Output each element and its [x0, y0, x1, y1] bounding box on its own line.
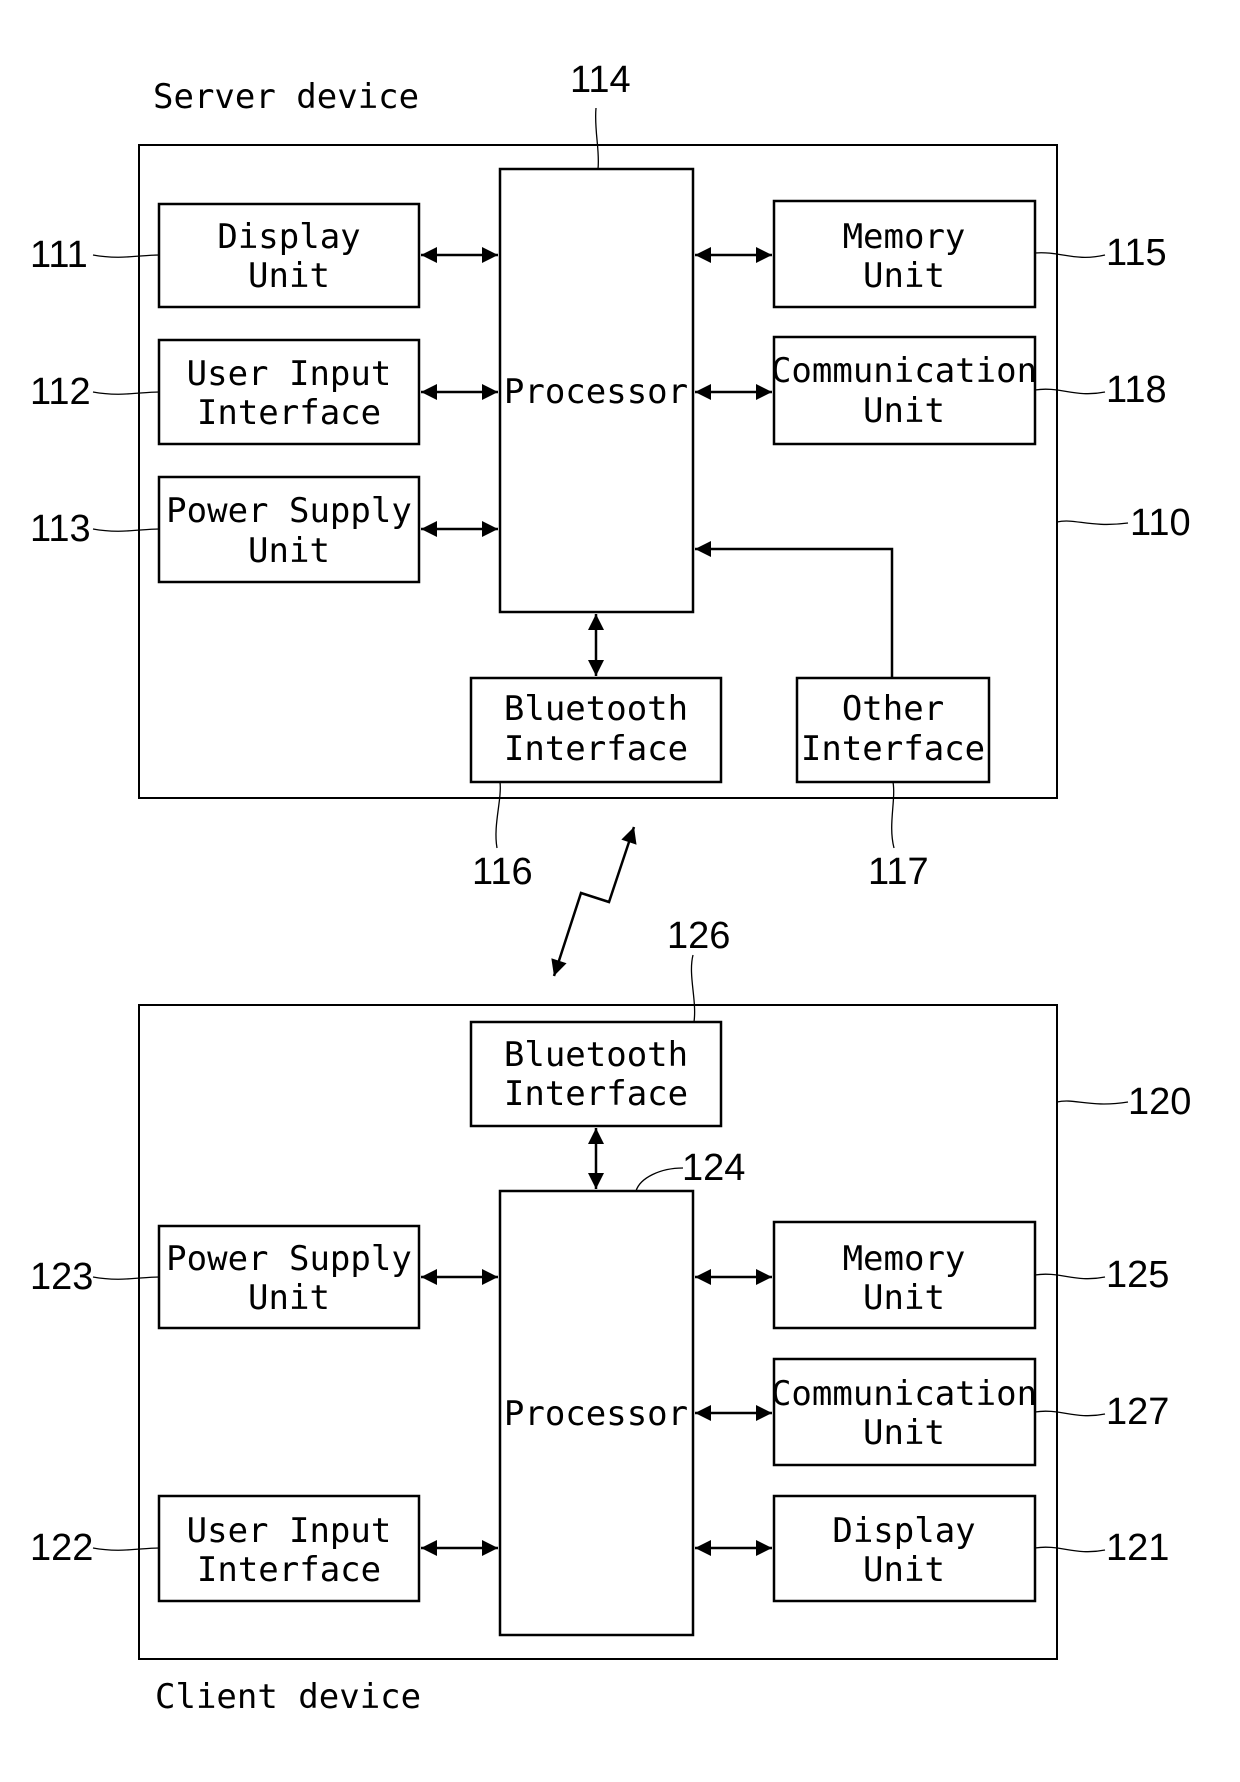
- block-label-line2: Interface: [504, 729, 688, 769]
- server-memory-unit: Memory Unit 115: [772, 199, 1167, 309]
- server-device: Server device 110 Processor 114 Display …: [30, 59, 1191, 893]
- ref-117: 117: [868, 851, 929, 893]
- client-memory-unit: Memory Unit 125: [772, 1220, 1169, 1330]
- client-device-title: Client device: [155, 1677, 421, 1717]
- ref-110: 110: [1130, 502, 1191, 544]
- block-label-line2: Unit: [863, 256, 945, 296]
- block-label-line2: Interface: [197, 1550, 381, 1590]
- block-label-line2: Interface: [801, 729, 985, 769]
- block-label-line1: Power Supply: [166, 1239, 412, 1279]
- client-processor: Processor 124: [498, 1147, 745, 1637]
- block-label-line2: Interface: [197, 393, 381, 433]
- block-label-line1: Memory: [843, 1239, 966, 1279]
- block-label-line1: Display: [217, 217, 360, 257]
- server-power-supply-unit: Power Supply Unit 113: [30, 475, 421, 584]
- server-device-title: Server device: [153, 77, 419, 117]
- leader-110: [1056, 520, 1129, 526]
- block-diagram: Server device 110 Processor 114 Display …: [30, 59, 1191, 1717]
- leader-114: [594, 107, 600, 170]
- ref-121: 121: [1106, 1527, 1169, 1569]
- block-label-line2: Unit: [863, 1278, 945, 1318]
- leader-124: [635, 1167, 684, 1192]
- server-processor: Processor 114: [498, 59, 695, 614]
- server-processor-label: Processor: [504, 372, 688, 412]
- ref-118: 118: [1106, 369, 1167, 411]
- ref-122: 122: [30, 1527, 93, 1569]
- server-display-unit: Display Unit 111: [30, 202, 421, 309]
- client-device: Client device 120 Bluetooth Interface 12…: [30, 915, 1191, 1717]
- ref-123: 123: [30, 1256, 93, 1298]
- block-label-line1: Bluetooth: [504, 1035, 688, 1075]
- ref-120: 120: [1128, 1081, 1191, 1123]
- client-user-input-interface: User Input Interface 122: [30, 1494, 421, 1603]
- leader-120: [1056, 1100, 1129, 1105]
- ref-124: 124: [682, 1147, 745, 1189]
- block-label-line2: Unit: [863, 1550, 945, 1590]
- ref-116: 116: [472, 851, 533, 893]
- block-label-line1: User Input: [187, 1511, 392, 1551]
- ref-112: 112: [30, 371, 91, 413]
- block-label-line1: Memory: [843, 217, 966, 257]
- block-label-line2: Unit: [248, 531, 330, 571]
- block-label-line1: Communication: [771, 351, 1037, 391]
- client-display-unit: Display Unit 121: [772, 1494, 1169, 1603]
- ref-127: 127: [1106, 1391, 1169, 1433]
- block-label-line2: Unit: [863, 391, 945, 431]
- block-label-line2: Unit: [248, 1278, 330, 1318]
- server-bluetooth-interface: Bluetooth Interface 116: [469, 676, 723, 893]
- client-communication-unit: Communication Unit 127: [771, 1357, 1169, 1467]
- block-label-line2: Unit: [248, 256, 330, 296]
- client-processor-label: Processor: [504, 1394, 688, 1434]
- server-user-input-interface: User Input Interface 112: [30, 338, 421, 446]
- ref-113: 113: [30, 508, 91, 550]
- block-label-line1: Power Supply: [166, 491, 412, 531]
- block-label-line1: Display: [832, 1511, 975, 1551]
- ref-115: 115: [1106, 232, 1167, 274]
- block-label-line2: Interface: [504, 1074, 688, 1114]
- block-label-line1: Bluetooth: [504, 689, 688, 729]
- ref-111: 111: [30, 234, 88, 276]
- ref-126: 126: [667, 915, 730, 957]
- ref-125: 125: [1106, 1254, 1169, 1296]
- server-other-interface: Other Interface 117: [795, 676, 991, 893]
- server-communication-unit: Communication Unit 118: [771, 335, 1167, 446]
- block-label-line1: Other: [842, 689, 944, 729]
- client-bluetooth-interface: Bluetooth Interface 126: [469, 915, 730, 1128]
- client-power-supply-unit: Power Supply Unit 123: [30, 1224, 421, 1330]
- block-label-line1: Communication: [771, 1374, 1037, 1414]
- block-label-line1: User Input: [187, 354, 392, 394]
- arrow-other-processor: [695, 541, 894, 678]
- block-label-line2: Unit: [863, 1413, 945, 1453]
- ref-114: 114: [570, 59, 631, 101]
- lightning-bidirectional-arrow-icon: [551, 826, 637, 977]
